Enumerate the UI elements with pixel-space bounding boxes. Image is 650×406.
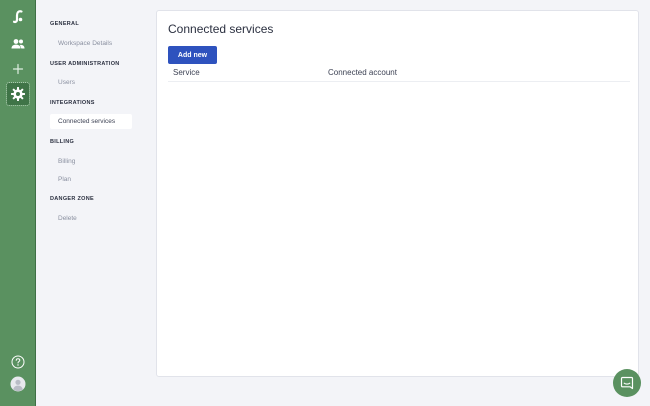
- chat-icon: [620, 376, 634, 390]
- connected-services-panel: Connected services Add new Service Conne…: [156, 10, 639, 377]
- nav-heading-billing: BILLING: [50, 139, 75, 145]
- nav-item-delete[interactable]: Delete: [50, 211, 132, 226]
- nav-heading-integrations: INTEGRATIONS: [50, 100, 95, 106]
- nav-heading-general: GENERAL: [50, 21, 79, 27]
- logo-icon[interactable]: [7, 6, 29, 28]
- help-icon[interactable]: [7, 351, 29, 373]
- add-new-button[interactable]: Add new: [168, 46, 217, 64]
- nav-heading-user-administration: USER ADMINISTRATION: [50, 61, 120, 67]
- column-header-service[interactable]: Service: [173, 68, 200, 77]
- nav-item-workspace-details[interactable]: Workspace Details: [50, 36, 132, 51]
- page-title: Connected services: [168, 22, 274, 36]
- nav-heading-danger-zone: DANGER ZONE: [50, 196, 94, 202]
- nav-item-billing[interactable]: Billing: [50, 154, 132, 169]
- table-header-divider: [168, 81, 630, 82]
- nav-item-plan[interactable]: Plan: [50, 172, 132, 187]
- nav-item-connected-services[interactable]: Connected services: [50, 114, 132, 129]
- avatar-icon[interactable]: [7, 373, 29, 395]
- gear-icon[interactable]: [6, 82, 30, 106]
- users-icon[interactable]: [7, 33, 29, 55]
- nav-item-users[interactable]: Users: [50, 75, 132, 90]
- app-rail: [0, 0, 36, 406]
- settings-nav: GENERAL Workspace Details USER ADMINISTR…: [36, 0, 146, 406]
- column-header-connected-account[interactable]: Connected account: [328, 68, 397, 77]
- chat-launcher-button[interactable]: [613, 369, 641, 397]
- plus-icon[interactable]: [7, 58, 29, 80]
